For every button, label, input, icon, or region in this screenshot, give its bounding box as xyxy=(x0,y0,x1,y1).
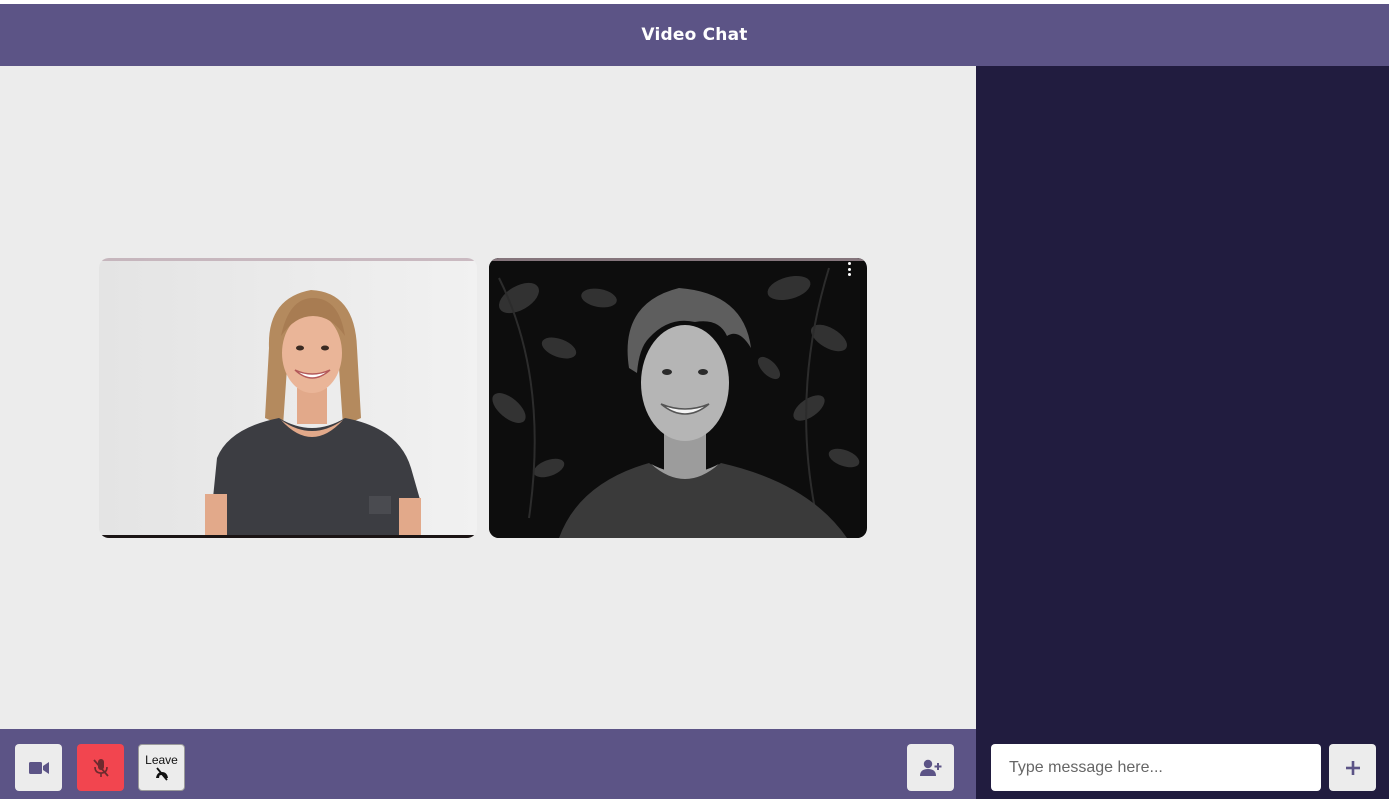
camera-toggle-button[interactable] xyxy=(15,744,62,791)
chat-sidebar xyxy=(976,66,1389,729)
call-controls-toolbar: Leave xyxy=(0,729,976,799)
participant-video-tile-2[interactable] xyxy=(489,258,867,538)
video-chat-app: Video Chat Leave Type message here... xyxy=(0,4,1389,799)
add-user-icon xyxy=(919,759,941,776)
participant-video-tile-1[interactable] xyxy=(99,258,477,538)
send-message-button[interactable] xyxy=(1329,744,1376,791)
video-camera-icon xyxy=(28,761,49,774)
participant-video-2 xyxy=(489,258,866,538)
participant-video-1 xyxy=(99,258,477,538)
tile-border xyxy=(489,258,867,261)
leave-call-button[interactable]: Leave xyxy=(138,744,185,791)
plus-icon xyxy=(1345,760,1360,775)
microphone-muted-icon xyxy=(92,758,109,777)
add-user-button[interactable] xyxy=(907,744,954,791)
leave-button-label: Leave xyxy=(145,753,178,767)
chat-message-input[interactable] xyxy=(991,744,1321,791)
tile-border xyxy=(99,258,477,261)
more-vertical-icon[interactable] xyxy=(845,261,853,277)
tile-border xyxy=(99,535,477,538)
app-header: Video Chat xyxy=(0,4,1389,66)
chat-input-bar xyxy=(976,729,1389,799)
video-stage xyxy=(0,66,976,729)
hang-up-phone-icon xyxy=(155,767,168,781)
page-title: Video Chat xyxy=(641,25,748,45)
microphone-toggle-button[interactable] xyxy=(77,744,124,791)
